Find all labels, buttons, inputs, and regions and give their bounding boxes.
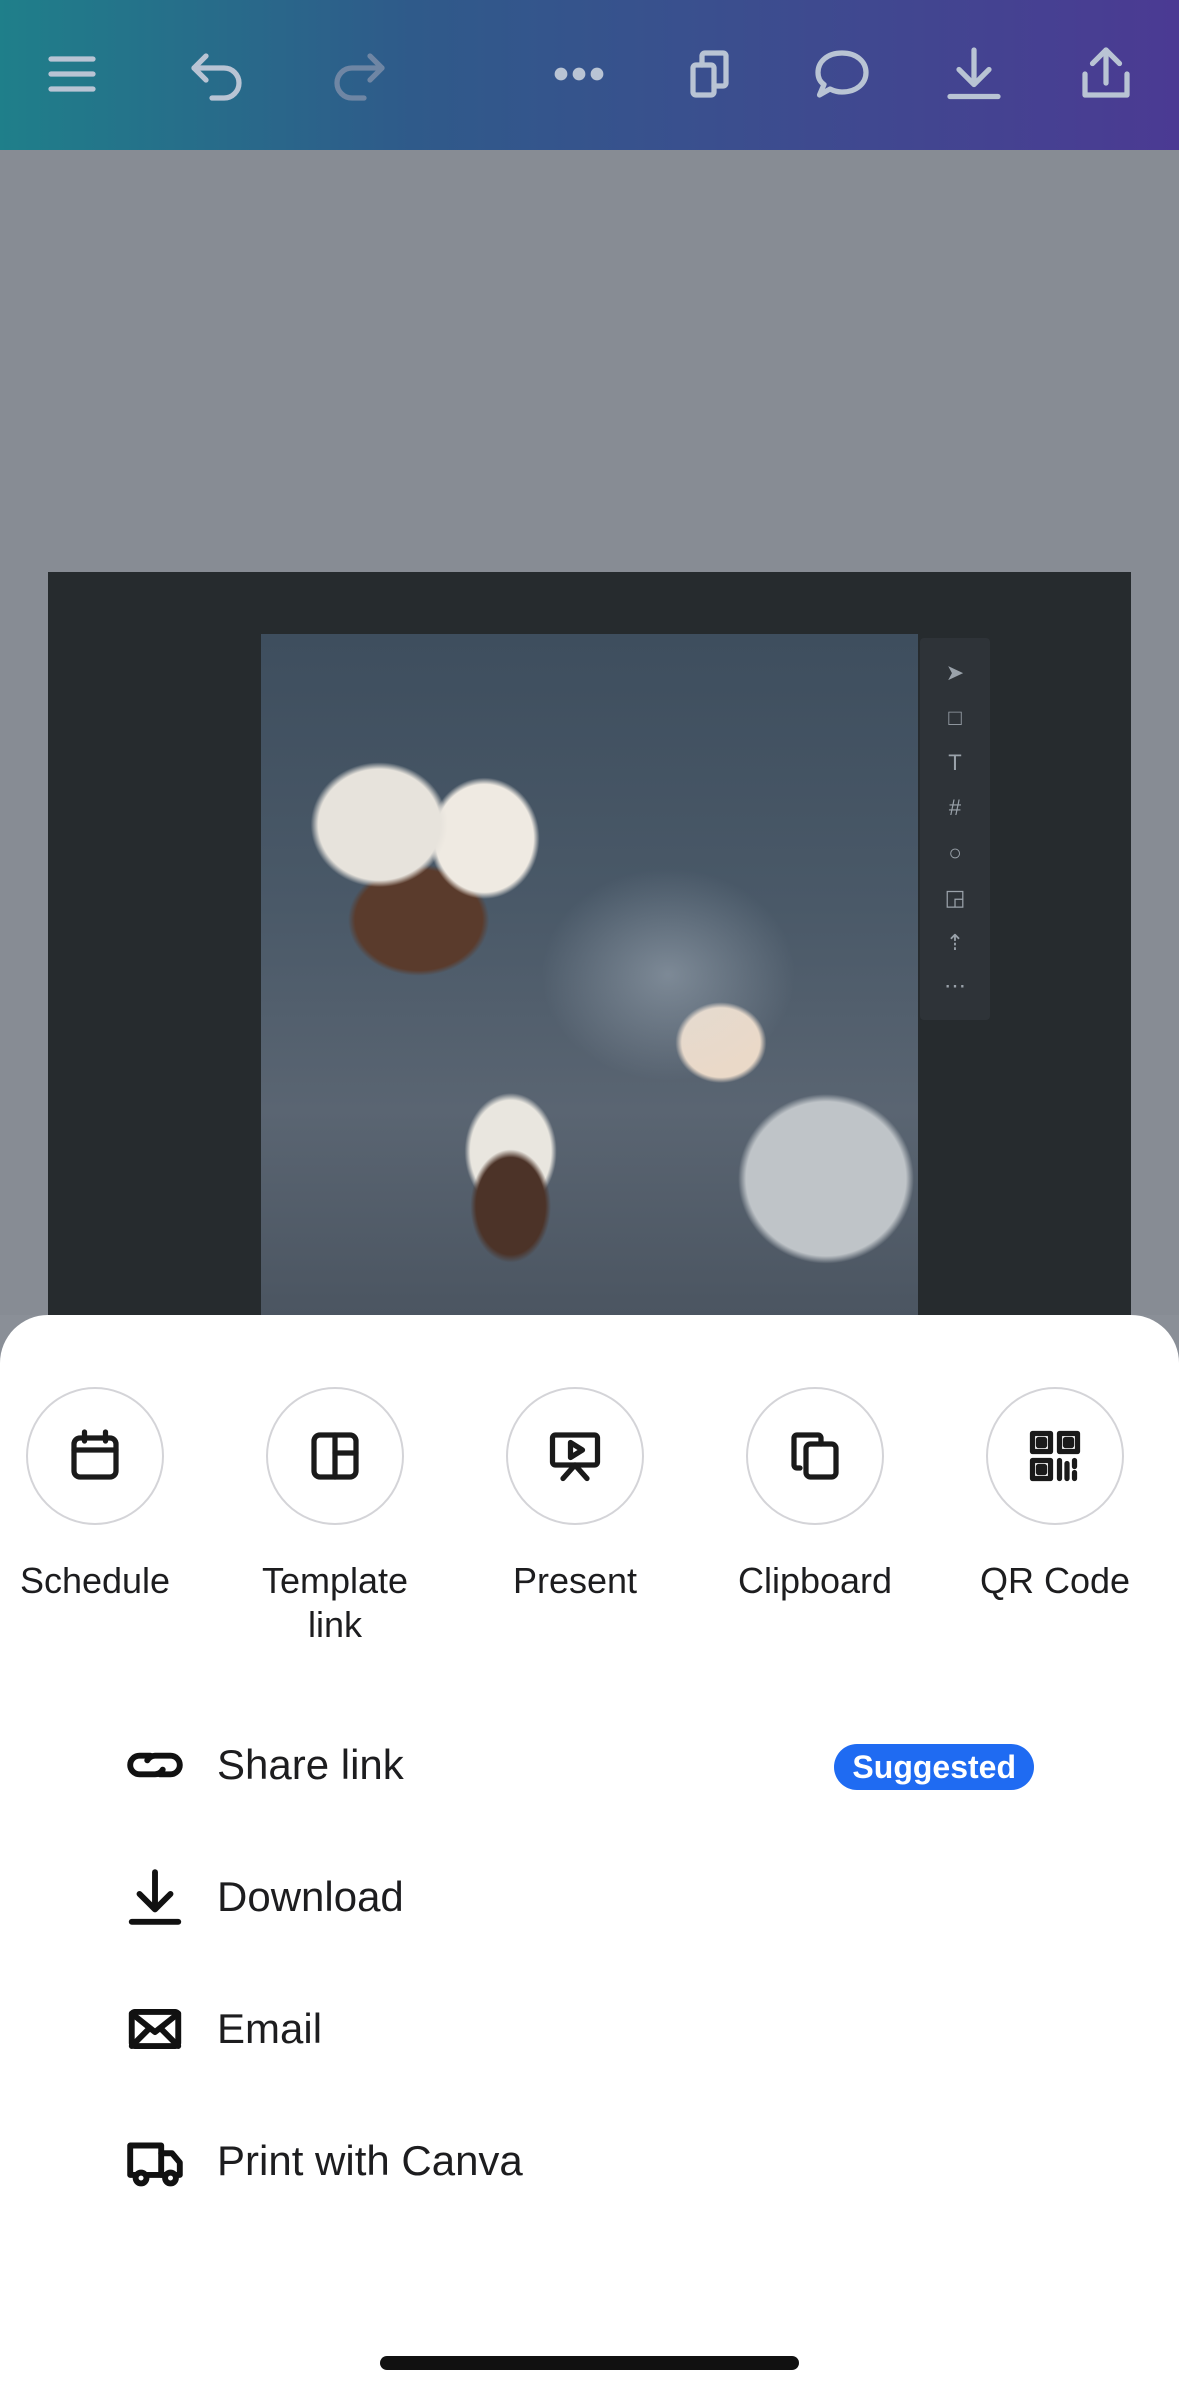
share-link-label: Share link bbox=[217, 1741, 404, 1788]
print-with-canva-label: Print with Canva bbox=[217, 2137, 523, 2184]
clipboard-option[interactable]: Clipboard bbox=[715, 1387, 915, 1603]
share-link-row[interactable]: Share link Suggested bbox=[120, 1720, 1060, 1810]
download-icon bbox=[120, 1862, 190, 1932]
menu-icon[interactable] bbox=[36, 38, 108, 110]
download-label: Download bbox=[217, 1873, 404, 1920]
top-toolbar bbox=[0, 0, 1179, 150]
grid-icon[interactable]: # bbox=[920, 795, 990, 821]
truck-icon bbox=[120, 2126, 190, 2196]
share-sheet: Schedule Template link Present Clipboard bbox=[0, 1315, 1179, 2396]
undo-icon[interactable] bbox=[182, 38, 254, 110]
text-icon[interactable]: T bbox=[920, 750, 990, 776]
print-with-canva-row[interactable]: Print with Canva bbox=[120, 2116, 1060, 2206]
qr-code-label: QR Code bbox=[979, 1560, 1131, 1601]
template-link-label: Template link bbox=[261, 1560, 409, 1645]
more-icon[interactable] bbox=[543, 38, 615, 110]
link-icon bbox=[120, 1730, 190, 1800]
shape-icon[interactable]: ○ bbox=[920, 840, 990, 866]
calendar-icon bbox=[71, 1429, 119, 1480]
schedule-label: Schedule bbox=[19, 1560, 171, 1601]
schedule-button[interactable] bbox=[26, 1387, 164, 1525]
clipboard-label: Clipboard bbox=[737, 1560, 893, 1601]
pages-icon[interactable] bbox=[675, 38, 747, 110]
comment-icon[interactable] bbox=[806, 38, 878, 110]
template-icon bbox=[311, 1432, 359, 1480]
present-option[interactable]: Present bbox=[475, 1387, 675, 1603]
redo-icon[interactable] bbox=[322, 38, 394, 110]
mail-icon bbox=[120, 1994, 190, 2064]
copy-icon bbox=[791, 1432, 839, 1480]
frame-icon[interactable]: □ bbox=[920, 705, 990, 731]
more-icon[interactable]: ⋯ bbox=[920, 973, 990, 999]
upload-icon[interactable]: ⇡ bbox=[920, 930, 990, 956]
home-indicator bbox=[380, 2356, 799, 2370]
mini-toolbar: ➤ □ T # ○ ◲ ⇡ ⋯ bbox=[920, 638, 990, 1020]
template-link-option[interactable]: Template link bbox=[235, 1387, 435, 1647]
download-row[interactable]: Download bbox=[120, 1852, 1060, 1942]
email-row[interactable]: Email bbox=[120, 1984, 1060, 2074]
download-icon[interactable] bbox=[938, 38, 1010, 110]
share-icon[interactable] bbox=[1070, 38, 1142, 110]
present-icon bbox=[549, 1432, 601, 1482]
email-label: Email bbox=[217, 2005, 323, 2052]
sticky-icon[interactable]: ◲ bbox=[920, 885, 990, 911]
present-label: Present bbox=[512, 1560, 638, 1601]
present-button[interactable] bbox=[506, 1387, 644, 1525]
suggested-badge: Suggested bbox=[834, 1744, 1034, 1790]
clipboard-button[interactable] bbox=[746, 1387, 884, 1525]
schedule-option[interactable]: Schedule bbox=[0, 1387, 195, 1603]
qr-code-button[interactable] bbox=[986, 1387, 1124, 1525]
template-link-button[interactable] bbox=[266, 1387, 404, 1525]
cursor-icon[interactable]: ➤ bbox=[920, 660, 990, 686]
qr-code-icon bbox=[1029, 1430, 1081, 1482]
qr-code-option[interactable]: QR Code bbox=[955, 1387, 1155, 1603]
cupcake-photo[interactable] bbox=[261, 634, 918, 1315]
